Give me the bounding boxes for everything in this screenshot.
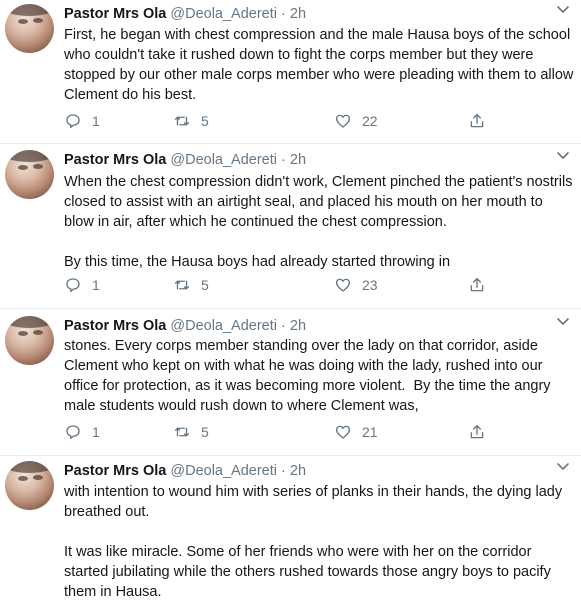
- tweet-actions: 1 5 23: [64, 275, 494, 295]
- author-name[interactable]: Pastor Mrs Ola: [64, 318, 166, 334]
- reply-button[interactable]: 1: [64, 422, 100, 442]
- retweet-button[interactable]: 5: [173, 422, 209, 442]
- reply-icon: [66, 278, 80, 293]
- share-button[interactable]: [468, 275, 486, 295]
- like-count: 22: [362, 113, 378, 129]
- share-icon: [470, 424, 484, 439]
- retweet-icon: [174, 427, 190, 437]
- like-count: 21: [362, 424, 378, 440]
- divider: [0, 308, 581, 309]
- tweet-header: Pastor Mrs Ola @Deola_Adereti · 2h: [64, 317, 306, 335]
- timestamp[interactable]: 2h: [290, 318, 306, 334]
- retweet-icon: [174, 280, 190, 290]
- separator: ·: [281, 6, 286, 22]
- author-handle[interactable]: @Deola_Adereti: [170, 318, 277, 334]
- reply-count: 1: [92, 277, 100, 293]
- author-name[interactable]: Pastor Mrs Ola: [64, 463, 166, 479]
- share-button[interactable]: [468, 422, 486, 442]
- retweet-button[interactable]: 5: [173, 111, 209, 131]
- chevron-down-icon[interactable]: [555, 4, 571, 16]
- heart-icon: [335, 114, 351, 128]
- like-count: 23: [362, 277, 378, 293]
- reply-button[interactable]: 1: [64, 111, 100, 131]
- avatar[interactable]: [5, 4, 54, 53]
- tweet[interactable]: Pastor Mrs Ola @Deola_Adereti · 2h stone…: [0, 312, 581, 455]
- reply-icon: [66, 114, 80, 129]
- tweet[interactable]: Pastor Mrs Ola @Deola_Adereti · 2h with …: [0, 457, 581, 600]
- author-handle[interactable]: @Deola_Adereti: [170, 6, 277, 22]
- reply-count: 1: [92, 424, 100, 440]
- divider: [0, 455, 581, 456]
- like-button[interactable]: 23: [334, 275, 378, 295]
- tweet-text: with intention to wound him with series …: [64, 484, 563, 600]
- author-name[interactable]: Pastor Mrs Ola: [64, 152, 166, 168]
- timestamp[interactable]: 2h: [290, 6, 306, 22]
- reply-button[interactable]: 1: [64, 275, 100, 295]
- share-button[interactable]: [468, 111, 486, 131]
- author-handle[interactable]: @Deola_Adereti: [170, 152, 277, 168]
- like-button[interactable]: 22: [334, 111, 378, 131]
- tweet-header: Pastor Mrs Ola @Deola_Adereti · 2h: [64, 151, 306, 169]
- separator: ·: [281, 463, 286, 479]
- retweet-icon: [174, 116, 190, 126]
- chevron-down-icon[interactable]: [555, 461, 571, 473]
- tweet-header: Pastor Mrs Ola @Deola_Adereti · 2h: [64, 5, 306, 23]
- tweet-actions: 1 5 22: [64, 111, 494, 131]
- reply-count: 1: [92, 113, 100, 129]
- timestamp[interactable]: 2h: [290, 463, 306, 479]
- retweet-count: 5: [201, 113, 209, 129]
- separator: ·: [281, 318, 286, 334]
- avatar[interactable]: [5, 461, 54, 510]
- separator: ·: [281, 152, 286, 168]
- heart-icon: [335, 278, 351, 292]
- author-handle[interactable]: @Deola_Adereti: [170, 463, 277, 479]
- tweet-text: When the chest compression didn't work, …: [64, 174, 573, 270]
- timestamp[interactable]: 2h: [290, 152, 306, 168]
- retweet-count: 5: [201, 424, 209, 440]
- tweet[interactable]: Pastor Mrs Ola @Deola_Adereti · 2h First…: [0, 0, 581, 143]
- share-icon: [470, 277, 484, 292]
- tweet-text: stones. Every corps member standing over…: [64, 338, 555, 414]
- chevron-down-icon[interactable]: [555, 316, 571, 328]
- avatar[interactable]: [5, 316, 54, 365]
- retweet-button[interactable]: 5: [173, 275, 209, 295]
- heart-icon: [335, 425, 351, 439]
- tweet-actions: 1 5 21: [64, 422, 494, 442]
- tweet-text: First, he began with chest compression a…: [64, 27, 578, 103]
- retweet-count: 5: [201, 277, 209, 293]
- chevron-down-icon[interactable]: [555, 150, 571, 162]
- like-button[interactable]: 21: [334, 422, 378, 442]
- divider: [0, 143, 581, 144]
- reply-icon: [66, 425, 80, 440]
- share-icon: [470, 113, 484, 128]
- tweet[interactable]: Pastor Mrs Ola @Deola_Adereti · 2h When …: [0, 146, 581, 308]
- author-name[interactable]: Pastor Mrs Ola: [64, 6, 166, 22]
- tweet-header: Pastor Mrs Ola @Deola_Adereti · 2h: [64, 462, 306, 480]
- avatar[interactable]: [5, 150, 54, 199]
